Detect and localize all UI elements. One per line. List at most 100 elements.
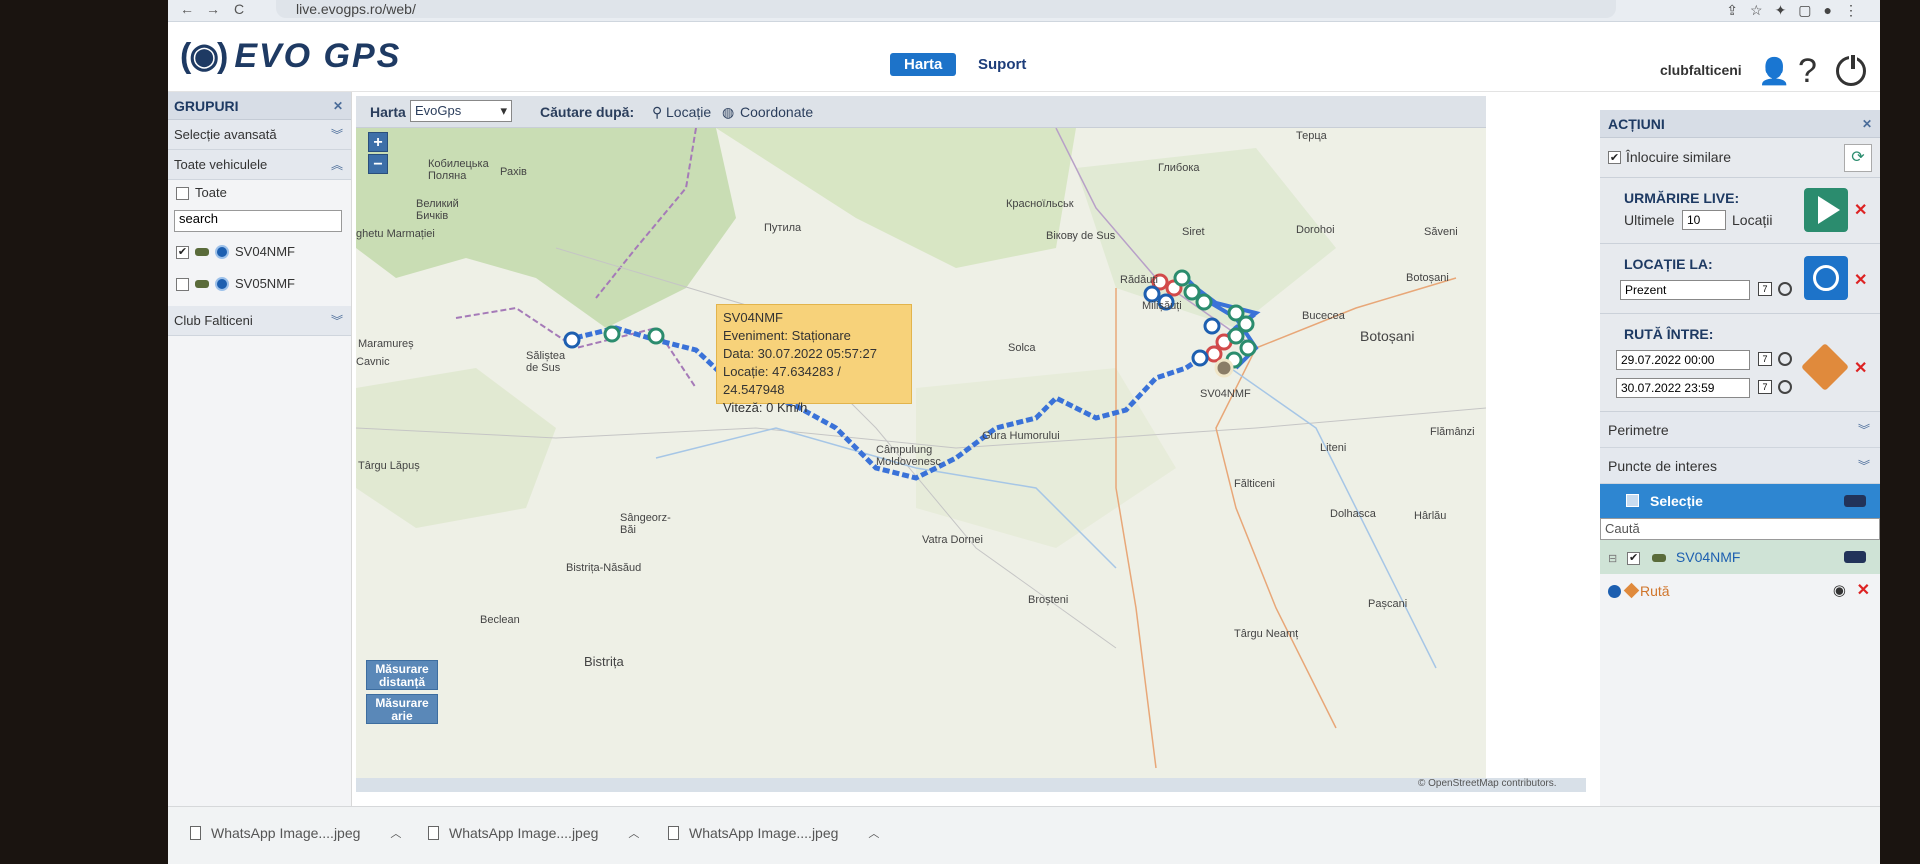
- download-shelf: WhatsApp Image....jpeg ︿ WhatsApp Image.…: [168, 806, 1880, 864]
- selected-vehicle-row[interactable]: ⊟ ✔ SV04NMF: [1600, 540, 1880, 574]
- route-marker[interactable]: [1227, 327, 1245, 345]
- close-icon[interactable]: ✕: [1862, 110, 1872, 138]
- power-icon[interactable]: [1836, 53, 1866, 86]
- vehicle-checkbox[interactable]: ✔: [176, 245, 189, 259]
- measure-distance-button[interactable]: Măsurare distanță: [366, 660, 438, 690]
- zoom-out-button[interactable]: −: [368, 154, 388, 174]
- play-icon[interactable]: [1804, 188, 1848, 232]
- zoom-in-button[interactable]: +: [368, 132, 388, 152]
- chevron-up-icon[interactable]: ︿: [868, 825, 879, 841]
- nav-harta[interactable]: Harta: [890, 53, 957, 76]
- search-by-location[interactable]: Locație: [666, 104, 711, 120]
- address-bar[interactable]: [276, 0, 1616, 18]
- clock-icon[interactable]: [1778, 282, 1792, 296]
- route-between-section: RUTĂ ÎNTRE: 29.07.2022 00:00 7 30.07.202…: [1600, 314, 1880, 412]
- chevron-up-icon[interactable]: ︿: [628, 825, 639, 841]
- play-triangle: [1818, 196, 1840, 224]
- close-icon[interactable]: ✕: [333, 92, 343, 120]
- route-marker[interactable]: [1143, 285, 1161, 303]
- select-all-checkbox[interactable]: [176, 186, 189, 200]
- calendar-icon[interactable]: 7: [1758, 352, 1772, 366]
- tag-icon[interactable]: [1844, 551, 1866, 563]
- download-item[interactable]: WhatsApp Image....jpeg ︿: [668, 825, 879, 841]
- clear-route-icon[interactable]: ✕: [1854, 358, 1867, 378]
- logo-text: EVO GPS: [234, 36, 402, 75]
- advanced-selection[interactable]: Selecție avansată ︾: [168, 120, 351, 150]
- route-marker[interactable]: [1237, 315, 1255, 333]
- route-marker[interactable]: [1195, 293, 1213, 311]
- select-all-label: Toate: [195, 185, 227, 200]
- route-marker[interactable]: [647, 327, 665, 345]
- nav-suport[interactable]: Suport: [978, 56, 1026, 73]
- perimeters-row[interactable]: Perimetre ︾: [1600, 412, 1880, 448]
- collapse-icon[interactable]: ⊟: [1608, 553, 1617, 565]
- vehicle-map-label: SV04NMF: [1200, 388, 1251, 400]
- route-from-input[interactable]: 29.07.2022 00:00: [1616, 350, 1750, 370]
- selection-bar[interactable]: Selecție: [1600, 484, 1880, 518]
- route-marker[interactable]: [563, 331, 581, 349]
- route-to-input[interactable]: 30.07.2022 23:59: [1616, 378, 1750, 398]
- current-position-marker[interactable]: [1214, 358, 1234, 378]
- replace-similar-checkbox[interactable]: ✔: [1608, 151, 1621, 164]
- remove-route-icon[interactable]: ✕: [1857, 574, 1870, 608]
- map-label: Câmpulung Moldovenesc: [876, 444, 941, 468]
- route-marker[interactable]: [1173, 269, 1191, 287]
- back-icon[interactable]: ←: [180, 1, 194, 17]
- map-label: Maramureș: [358, 338, 414, 350]
- stop-live-icon[interactable]: ✕: [1854, 200, 1867, 220]
- route-marker[interactable]: [1205, 345, 1223, 363]
- help-icon[interactable]: ?: [1798, 52, 1817, 91]
- route-direction-icon[interactable]: [1800, 342, 1850, 392]
- chevron-up-icon[interactable]: ︿: [390, 825, 401, 841]
- download-item[interactable]: WhatsApp Image....jpeg ︿: [428, 825, 639, 841]
- vehicle-checkbox[interactable]: [176, 277, 189, 291]
- select-all-row[interactable]: Toate: [168, 180, 351, 206]
- selection-checkbox[interactable]: [1626, 494, 1639, 507]
- reload-icon[interactable]: C: [234, 1, 244, 17]
- map-provider-select[interactable]: EvoGps: [410, 100, 512, 122]
- calendar-icon[interactable]: 7: [1758, 282, 1772, 296]
- clock-icon[interactable]: [1778, 352, 1792, 366]
- route-layer-row[interactable]: Rută ◉ ✕: [1600, 574, 1880, 608]
- tag-icon[interactable]: [1844, 495, 1866, 507]
- map-label: Vatra Dornei: [922, 534, 983, 546]
- user-icon[interactable]: 👤: [1758, 56, 1790, 87]
- vehicle-name: SV04NMF: [235, 244, 295, 259]
- osm-credit[interactable]: © OpenStreetMap contributors.: [1418, 778, 1557, 789]
- map-label: Bistrița-Năsăud: [566, 562, 642, 574]
- route-marker[interactable]: [1191, 349, 1209, 367]
- browser-bar: ← → C live.evogps.ro/web/ ⇪☆✦▢●⋮: [168, 0, 1880, 22]
- selected-vehicle-checkbox[interactable]: ✔: [1627, 551, 1641, 565]
- all-vehicles-toggle[interactable]: Toate vehiculele ︽: [168, 150, 351, 180]
- clock-icon[interactable]: [1778, 380, 1792, 394]
- crosshair-icon[interactable]: [1804, 256, 1848, 300]
- calendar-icon[interactable]: 7: [1758, 380, 1772, 394]
- map-canvas[interactable]: + − Кобилецька Поляна Рахів Великий Бичк…: [356, 128, 1486, 778]
- download-item[interactable]: WhatsApp Image....jpeg ︿: [190, 825, 401, 841]
- chevron-down-icon: ︾: [330, 128, 343, 142]
- refresh-icon[interactable]: ⟳: [1844, 144, 1872, 172]
- route-marker[interactable]: [1183, 283, 1201, 301]
- clear-location-icon[interactable]: ✕: [1854, 270, 1867, 290]
- location-at-section: LOCAȚIE LA: Prezent 7 ✕: [1600, 244, 1880, 314]
- map-label: Săliștea de Sus: [526, 350, 566, 374]
- vehicle-row[interactable]: ✔ SV04NMF: [168, 236, 351, 268]
- browser-toolbar-icons[interactable]: ⇪☆✦▢●⋮: [1726, 2, 1870, 19]
- search-by-coordinates[interactable]: Coordonate: [740, 104, 813, 120]
- eye-icon[interactable]: ◉: [1833, 574, 1846, 608]
- map-label: Sângeorz-Băi: [620, 512, 671, 536]
- vehicle-row[interactable]: SV05NMF: [168, 268, 351, 300]
- route-marker[interactable]: [603, 325, 621, 343]
- measure-area-button[interactable]: Măsurare arie: [366, 694, 438, 724]
- route-marker[interactable]: [1203, 317, 1221, 335]
- location-at-input[interactable]: Prezent: [1620, 280, 1750, 300]
- route-marker[interactable]: [1239, 339, 1257, 357]
- forward-icon[interactable]: →: [206, 1, 220, 17]
- poi-row[interactable]: Puncte de interes ︾: [1600, 448, 1880, 484]
- live-count-select[interactable]: 10: [1682, 210, 1726, 230]
- group-club-falticeni[interactable]: Club Falticeni ︾: [168, 306, 351, 336]
- globe-icon: ◍: [722, 104, 735, 120]
- map-scroll-bar[interactable]: [356, 778, 1586, 792]
- vehicle-search-input[interactable]: search: [174, 210, 342, 232]
- selection-search-input[interactable]: Caută: [1600, 518, 1880, 540]
